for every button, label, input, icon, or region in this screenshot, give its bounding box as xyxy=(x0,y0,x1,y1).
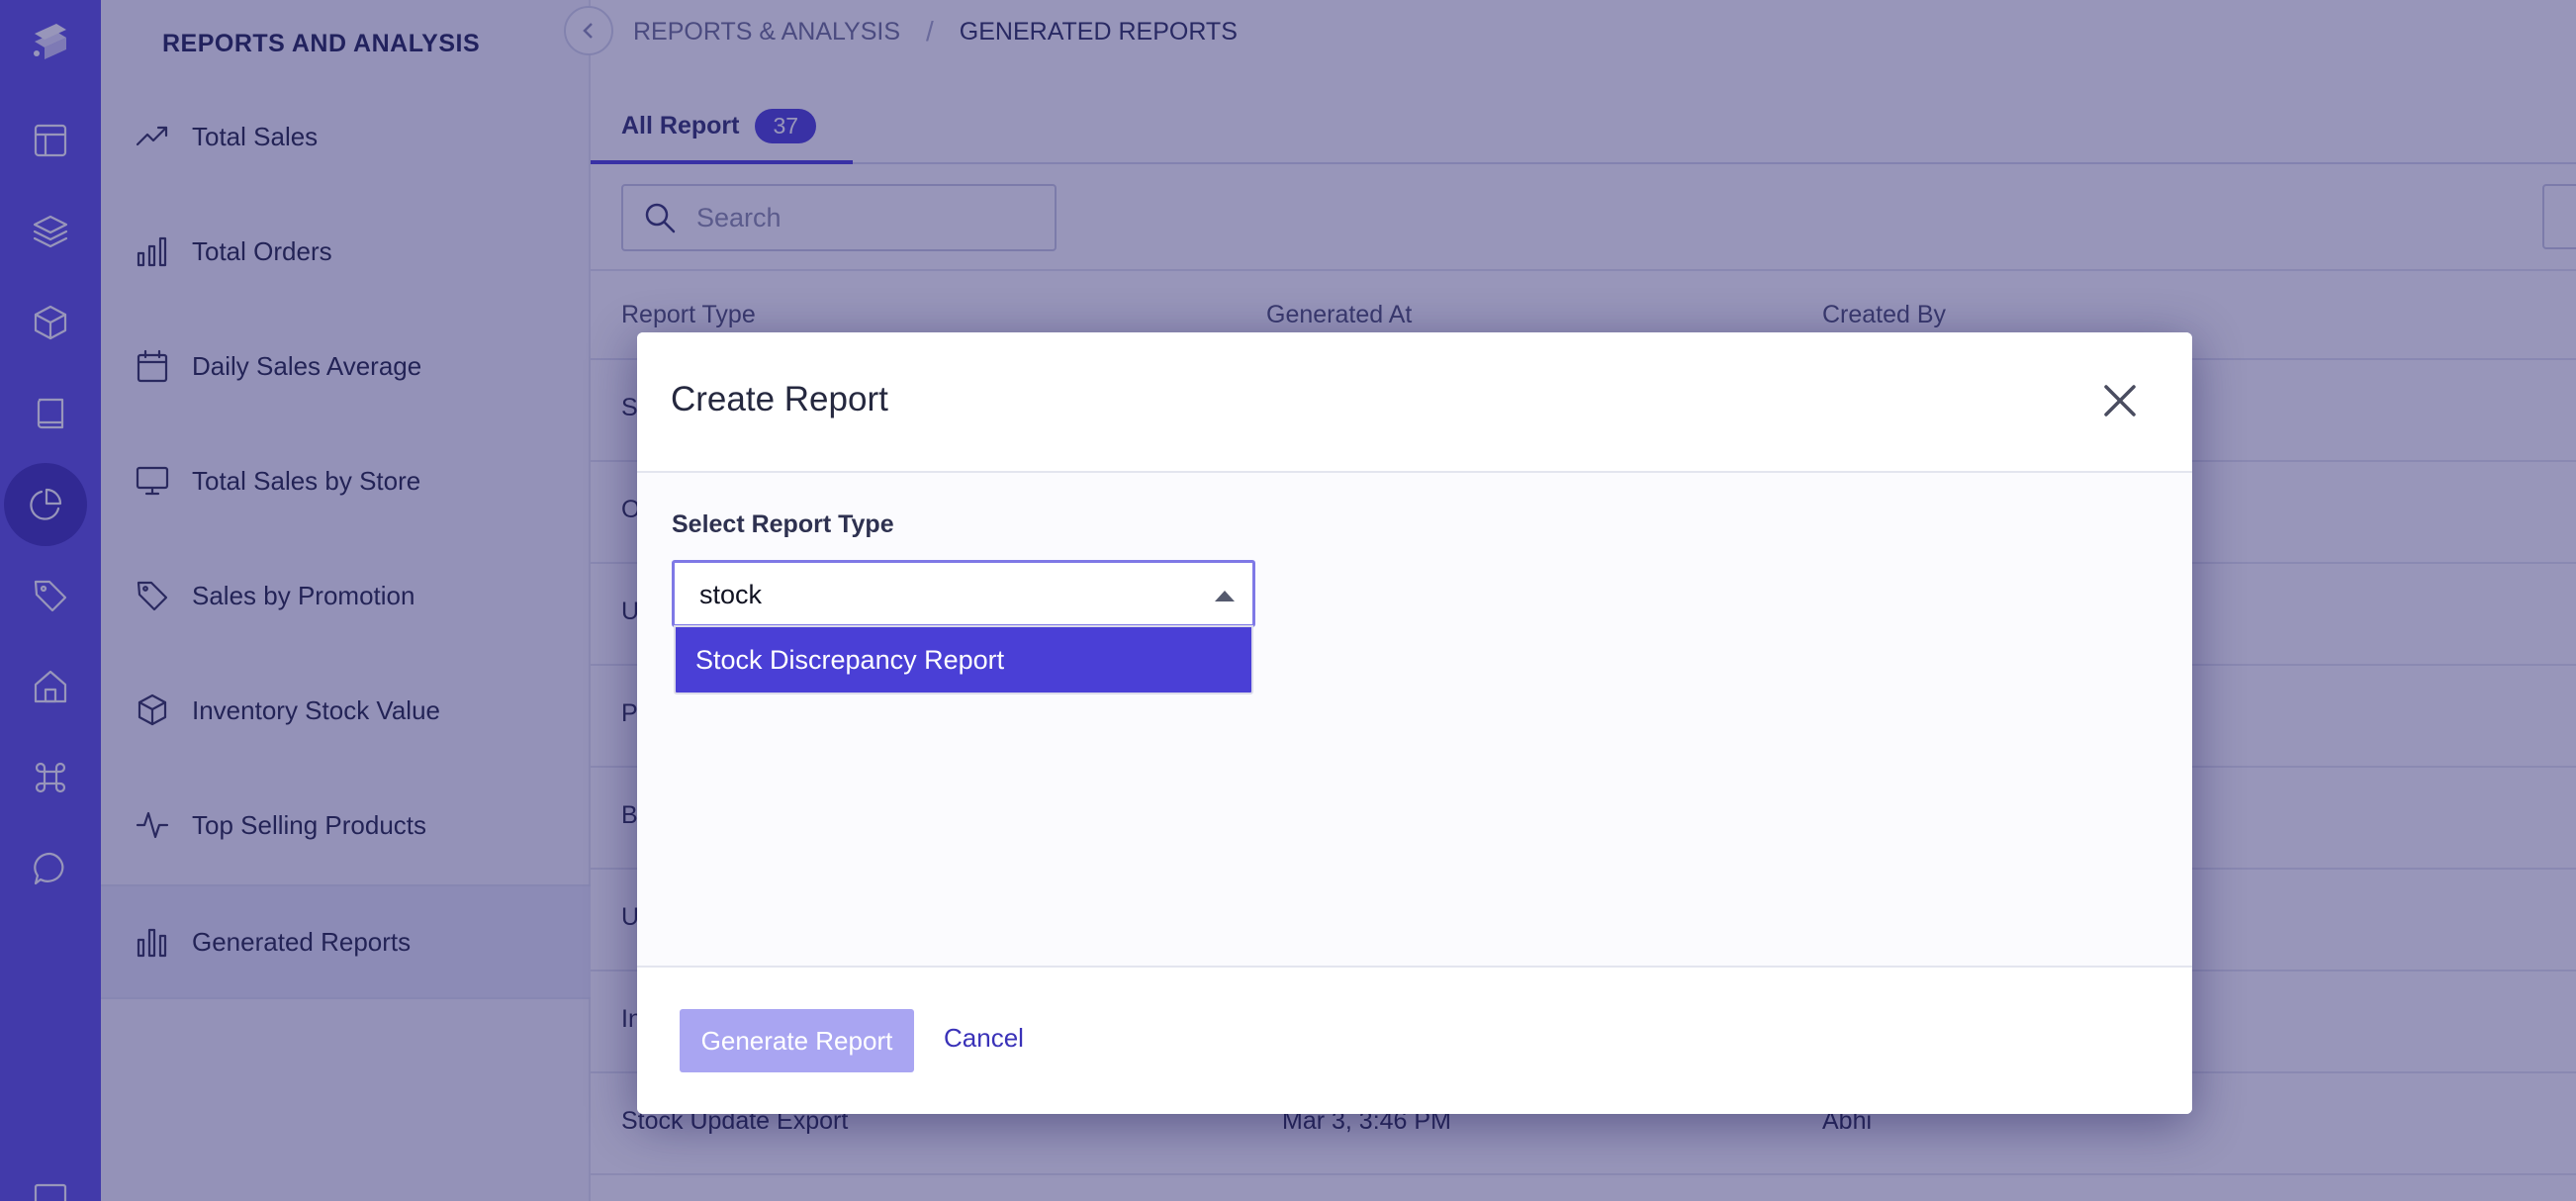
report-type-select[interactable]: stock xyxy=(672,560,1255,627)
cancel-button[interactable]: Cancel xyxy=(944,1023,1024,1054)
close-button[interactable] xyxy=(2095,376,2145,425)
report-type-options: Stock Discrepancy Report xyxy=(674,625,1253,694)
caret-up-icon[interactable] xyxy=(1215,591,1235,601)
create-report-dialog: Create Report Select Report Type stock S… xyxy=(637,332,2192,1114)
option-stock-discrepancy-report[interactable]: Stock Discrepancy Report xyxy=(695,645,1004,676)
dialog-title: Create Report xyxy=(671,380,888,418)
report-type-input[interactable]: stock xyxy=(699,580,762,610)
generate-report-button[interactable]: Generate Report xyxy=(680,1009,914,1072)
report-type-label: Select Report Type xyxy=(672,510,894,538)
close-icon xyxy=(2104,385,2136,416)
dialog-footer: Generate Report Cancel xyxy=(637,966,2192,1114)
dialog-header: Create Report xyxy=(637,332,2192,473)
